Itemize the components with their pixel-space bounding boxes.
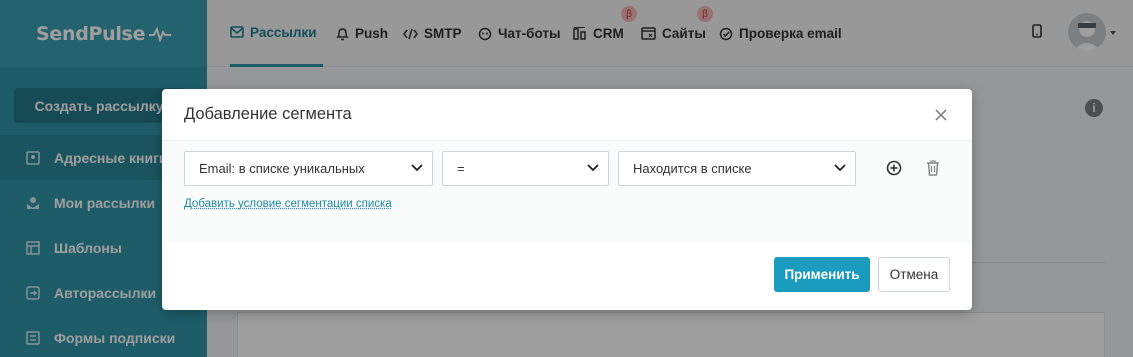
value-select-value: Находится в списке (633, 161, 752, 176)
close-icon[interactable] (932, 106, 950, 124)
chevron-down-icon (587, 164, 599, 172)
field-select[interactable]: Email: в списке уникальных (184, 151, 433, 186)
field-select-value: Email: в списке уникальных (199, 161, 365, 176)
modal-title: Добавление сегмента (184, 105, 352, 123)
chevron-down-icon (411, 164, 423, 172)
trash-icon[interactable] (926, 160, 940, 181)
apply-button[interactable]: Применить (774, 257, 870, 292)
operator-select[interactable]: = (442, 151, 609, 186)
cancel-button[interactable]: Отмена (878, 257, 950, 292)
add-segment-modal: Добавление сегмента Email: в списке уник… (162, 89, 972, 310)
add-condition-icon[interactable] (886, 160, 902, 181)
value-select[interactable]: Находится в списке (618, 151, 856, 186)
chevron-down-icon (834, 164, 846, 172)
operator-select-value: = (457, 161, 465, 176)
modal-body: Email: в списке уникальных = Находится в… (162, 140, 972, 242)
add-condition-link[interactable]: Добавить условие сегментации списка (184, 198, 392, 210)
